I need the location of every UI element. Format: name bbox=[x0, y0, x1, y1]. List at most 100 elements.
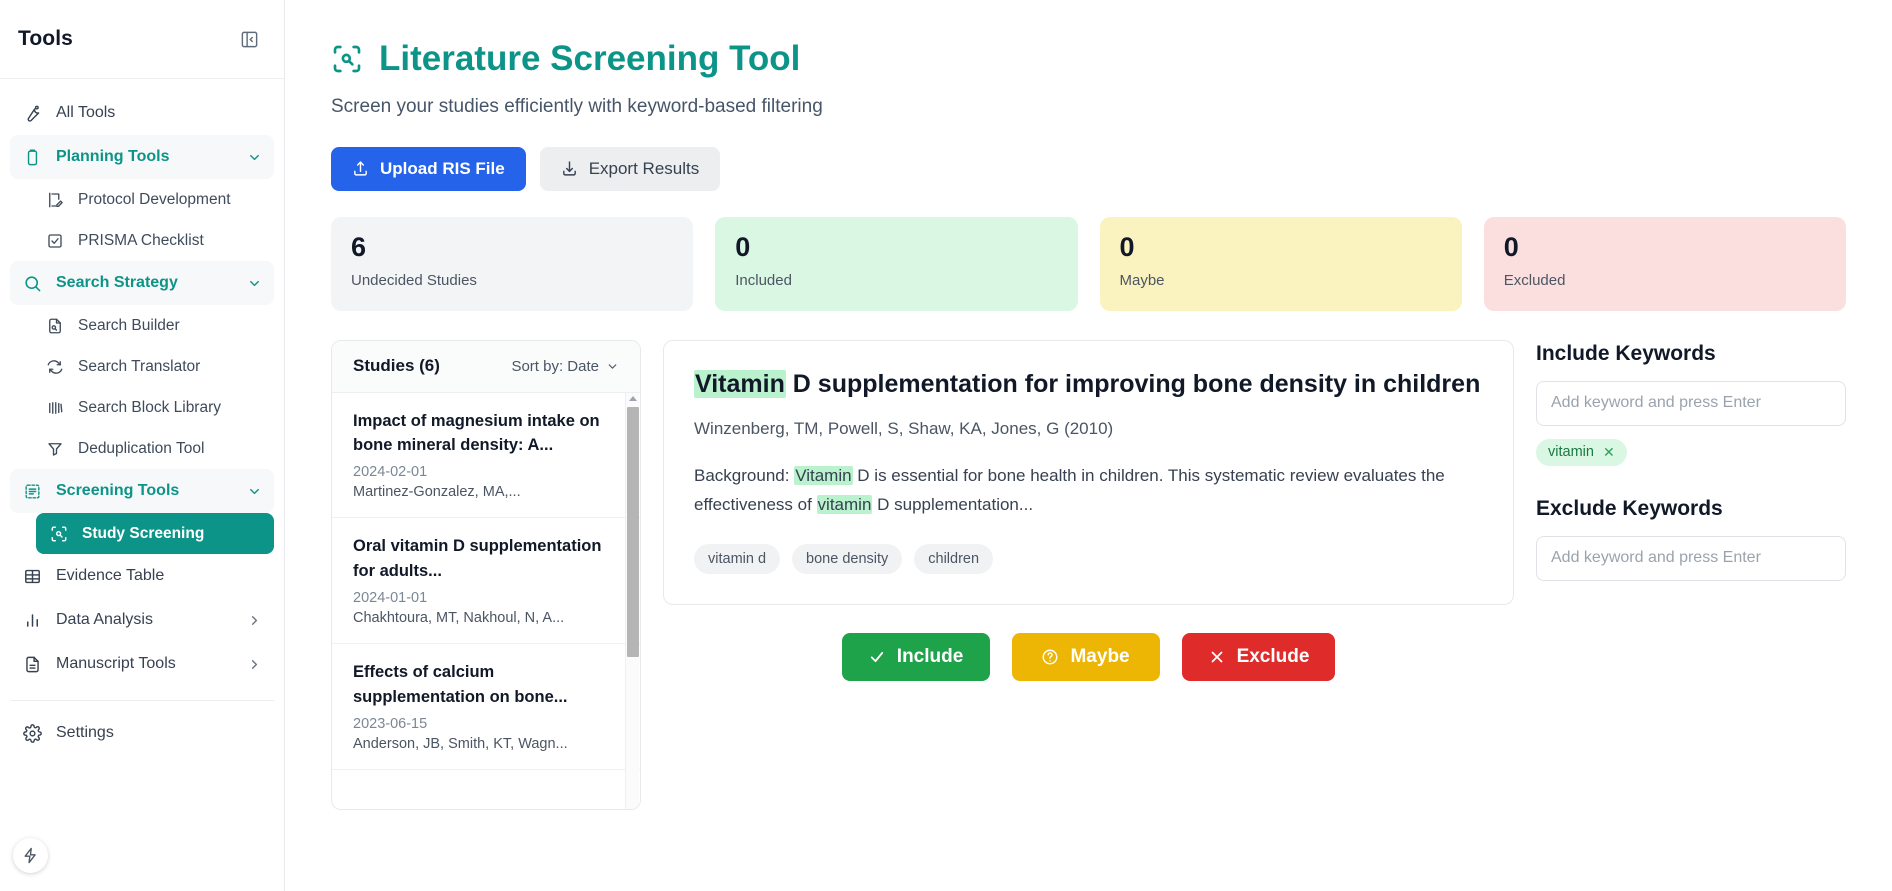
sidebar-item-settings[interactable]: Settings bbox=[10, 711, 274, 755]
study-title: Effects of calcium supplementation on bo… bbox=[353, 660, 619, 709]
sidebar-item-label: Data Analysis bbox=[56, 611, 153, 629]
stat-label: Included bbox=[735, 272, 1057, 289]
sidebar-item-all-tools[interactable]: All Tools bbox=[10, 91, 274, 135]
sidebar-item-evidence-table[interactable]: Evidence Table bbox=[10, 554, 274, 598]
abstract-part: Background: bbox=[694, 466, 794, 485]
page-subtitle: Screen your studies efficiently with key… bbox=[331, 96, 1846, 118]
x-icon bbox=[1208, 648, 1226, 666]
detail-column: Vitamin D supplementation for improving … bbox=[663, 340, 1514, 682]
exclude-keyword-input[interactable] bbox=[1536, 536, 1846, 581]
tag-chip: children bbox=[914, 544, 993, 574]
detail-authors: Winzenberg, TM, Powell, S, Shaw, KA, Jon… bbox=[694, 419, 1483, 439]
sidebar: Tools All Tools Planning Tools bbox=[0, 0, 285, 891]
bars-icon bbox=[44, 397, 65, 418]
chevron-down-icon bbox=[606, 360, 619, 373]
stats-row: 6 Undecided Studies 0 Included 0 Maybe 0… bbox=[331, 217, 1846, 311]
include-button[interactable]: Include bbox=[842, 633, 990, 681]
sidebar-item-search-strategy[interactable]: Search Strategy bbox=[10, 261, 274, 305]
exclude-button[interactable]: Exclude bbox=[1182, 633, 1336, 681]
stat-card-maybe: 0 Maybe bbox=[1100, 217, 1462, 311]
sidebar-item-label: Protocol Development bbox=[78, 191, 231, 209]
scan-search-icon bbox=[331, 43, 363, 75]
studies-list-header: Studies (6) Sort by: Date bbox=[332, 341, 640, 393]
chevron-down-icon bbox=[247, 484, 262, 499]
sidebar-item-label: Screening Tools bbox=[56, 482, 179, 500]
funnel-icon bbox=[44, 438, 65, 459]
studies-list-panel: Studies (6) Sort by: Date Impact of magn… bbox=[331, 340, 641, 810]
upload-icon bbox=[352, 160, 369, 177]
bar-chart-icon bbox=[22, 610, 43, 631]
refresh-icon bbox=[44, 356, 65, 377]
study-list-item[interactable]: Oral vitamin D supplementation for adult… bbox=[332, 518, 640, 644]
stat-label: Excluded bbox=[1504, 272, 1826, 289]
search-icon bbox=[22, 273, 43, 294]
check-icon bbox=[868, 648, 886, 666]
detail-title: Vitamin D supplementation for improving … bbox=[694, 368, 1483, 401]
workspace: Studies (6) Sort by: Date Impact of magn… bbox=[331, 340, 1846, 810]
scan-search-icon bbox=[48, 523, 69, 544]
export-results-button[interactable]: Export Results bbox=[540, 147, 721, 191]
study-authors: Anderson, JB, Smith, KT, Wagn... bbox=[353, 736, 619, 752]
x-icon[interactable]: ✕ bbox=[1603, 444, 1615, 461]
sidebar-title: Tools bbox=[18, 27, 73, 51]
panel-left-close-icon[interactable] bbox=[236, 26, 262, 52]
stat-value: 0 bbox=[1504, 234, 1826, 261]
study-authors: Chakhtoura, MT, Nakhoul, N, A... bbox=[353, 610, 619, 626]
chevron-down-icon bbox=[247, 276, 262, 291]
studies-scroll-area[interactable]: Impact of magnesium intake on bone miner… bbox=[332, 393, 640, 810]
app-root: Tools All Tools Planning Tools bbox=[0, 0, 1892, 891]
stat-value: 0 bbox=[735, 234, 1057, 261]
study-list-item[interactable]: Effects of calcium supplementation on bo… bbox=[332, 644, 640, 770]
sidebar-item-data-analysis[interactable]: Data Analysis bbox=[10, 598, 274, 642]
include-keyword-input[interactable] bbox=[1536, 381, 1846, 426]
sidebar-item-search-builder[interactable]: Search Builder bbox=[36, 305, 274, 346]
export-results-label: Export Results bbox=[589, 159, 700, 179]
maybe-label: Maybe bbox=[1070, 646, 1129, 668]
exclude-label: Exclude bbox=[1237, 646, 1310, 668]
sidebar-item-label: Settings bbox=[56, 724, 114, 742]
exclude-keywords-heading: Exclude Keywords bbox=[1536, 497, 1846, 521]
stat-value: 0 bbox=[1120, 234, 1442, 261]
stat-card-included: 0 Included bbox=[715, 217, 1077, 311]
detail-title-rest: D supplementation for improving bone den… bbox=[786, 370, 1481, 398]
sidebar-divider bbox=[10, 700, 274, 701]
scroll-up-arrow-icon[interactable] bbox=[629, 396, 637, 401]
chevron-down-icon bbox=[247, 150, 262, 165]
sidebar-item-label: Evidence Table bbox=[56, 567, 164, 585]
sidebar-item-search-block-library[interactable]: Search Block Library bbox=[36, 387, 274, 428]
sort-by-dropdown[interactable]: Sort by: Date bbox=[511, 358, 619, 375]
studies-scrollbar[interactable] bbox=[625, 393, 639, 810]
file-search-icon bbox=[44, 315, 65, 336]
sidebar-item-planning-tools[interactable]: Planning Tools bbox=[10, 135, 274, 179]
detail-abstract: Background: Vitamin D is essential for b… bbox=[694, 461, 1483, 521]
keyword-chip[interactable]: vitamin ✕ bbox=[1536, 439, 1627, 466]
sidebar-item-study-screening[interactable]: Study Screening bbox=[36, 513, 274, 554]
study-date: 2024-02-01 bbox=[353, 464, 619, 480]
include-label: Include bbox=[897, 646, 964, 668]
table-icon bbox=[22, 566, 43, 587]
study-title: Oral vitamin D supplementation for adult… bbox=[353, 534, 619, 583]
upload-ris-file-button[interactable]: Upload RIS File bbox=[331, 147, 526, 191]
detail-title-highlight: Vitamin bbox=[694, 370, 786, 398]
toolbar: Upload RIS File Export Results bbox=[331, 147, 1846, 191]
sidebar-item-deduplication-tool[interactable]: Deduplication Tool bbox=[36, 428, 274, 469]
sidebar-item-manuscript-tools[interactable]: Manuscript Tools bbox=[10, 642, 274, 686]
sidebar-item-label: Study Screening bbox=[82, 525, 204, 543]
chevron-right-icon bbox=[247, 613, 262, 628]
sidebar-item-search-translator[interactable]: Search Translator bbox=[36, 346, 274, 387]
sort-by-label: Sort by: Date bbox=[511, 358, 599, 375]
study-list-item[interactable]: Impact of magnesium intake on bone miner… bbox=[332, 393, 640, 519]
document-icon bbox=[22, 654, 43, 675]
sidebar-item-protocol-development[interactable]: Protocol Development bbox=[36, 179, 274, 220]
sidebar-item-prisma-checklist[interactable]: PRISMA Checklist bbox=[36, 220, 274, 261]
sidebar-item-label: All Tools bbox=[56, 104, 115, 122]
exclude-keywords-block: Exclude Keywords bbox=[1536, 497, 1846, 581]
main-content: Literature Screening Tool Screen your st… bbox=[285, 0, 1892, 891]
maybe-button[interactable]: Maybe bbox=[1012, 633, 1160, 681]
page-title: Literature Screening Tool bbox=[331, 40, 1846, 79]
scrollbar-thumb[interactable] bbox=[627, 407, 639, 657]
tag-chip: vitamin d bbox=[694, 544, 780, 574]
sidebar-item-screening-tools[interactable]: Screening Tools bbox=[10, 469, 274, 513]
lightning-icon[interactable] bbox=[13, 838, 48, 873]
page-title-text: Literature Screening Tool bbox=[379, 40, 800, 79]
